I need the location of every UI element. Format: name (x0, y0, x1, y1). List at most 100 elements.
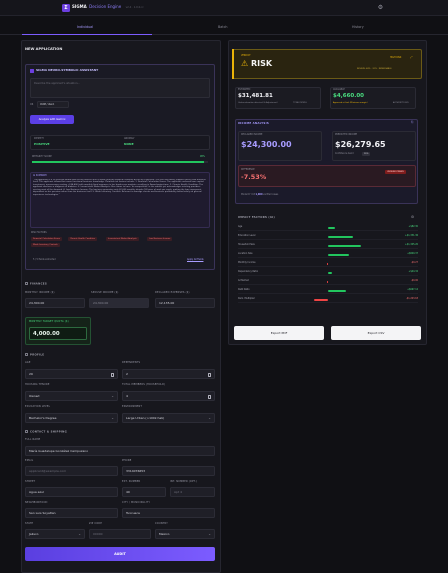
city-input[interactable]: Tuxcueca (122, 508, 215, 518)
education-label: EDUCATION LEVEL (25, 405, 51, 408)
anomaly-value: NONE (124, 142, 134, 146)
country-label: COUNTRY (155, 522, 168, 525)
active-tab-indicator (22, 34, 152, 35)
monthly-income-label: MONTHLY INCOME ($) (25, 291, 55, 294)
app-brand: SIGMA Decision Engine v2.4 · 1.0.0-rc (72, 4, 144, 10)
estimated-value: $31,481.81 (238, 93, 273, 99)
housing-select[interactable]: Owned ⌄ (25, 391, 118, 401)
email-label: EMAIL (25, 459, 34, 462)
state-value: Jalisco (29, 532, 39, 536)
impact-factor-bar (328, 254, 349, 256)
data-extracted: 5 / 5 fields extracted (33, 258, 56, 261)
verdict-tag: HIGH RISK (390, 56, 402, 59)
export-pdf-button[interactable]: Export PDF (234, 326, 324, 340)
tab-individual[interactable]: Individual (77, 25, 93, 30)
export-icon[interactable]: ⎘ (411, 120, 413, 125)
available-note2: AUTHORITY 85% (393, 102, 409, 104)
environment-value: Large Urban (>100k hab) (126, 416, 165, 420)
age-input[interactable]: 29 (25, 369, 118, 379)
difference-value: -7.53% (241, 173, 267, 181)
settings-gear-icon[interactable]: ⚙ (377, 4, 384, 11)
impact-factor-name: Household Size (238, 243, 255, 246)
impact-factor-row: Education Level +$1,331.36 (238, 234, 418, 240)
impact-factor-bar (326, 281, 328, 283)
impact-factor-bar (328, 245, 361, 247)
zip-input[interactable]: 00000 (89, 529, 151, 539)
monthly-income-input[interactable]: 24,300.00 (25, 298, 85, 308)
impact-factor-row: Is Married -$0.00 (238, 279, 418, 285)
household-input[interactable]: 4 (122, 391, 215, 401)
neighborhood-input[interactable]: San Luis Soyatlan (25, 508, 118, 518)
impact-factor-row: Age +$82.30 (238, 225, 418, 231)
environment-label: ENVIRONMENT (122, 405, 142, 408)
assistant-textarea[interactable]: Describe the applicant's situation... (30, 78, 210, 98)
tab-bar: Individual Batch History (0, 24, 448, 35)
estimated-note: Underestimation detected (& Adjustment) (238, 102, 278, 104)
top-bar: Σ SIGMA Decision Engine v2.4 · 1.0.0-rc … (0, 0, 448, 16)
identity-value: POSITIVE (34, 142, 50, 146)
impact-factor-value: +$1,345.20 (405, 243, 418, 246)
finances-section-title: FINANCES (25, 282, 47, 286)
impact-factor-name: Monthly Income (238, 261, 256, 264)
tab-history[interactable]: History (352, 25, 364, 30)
profile-icon (25, 353, 28, 356)
street-input[interactable]: Agua azul (25, 487, 118, 497)
education-select[interactable]: Bachelor's Degree ⌄ (25, 413, 118, 423)
audit-button[interactable]: AUDIT (25, 547, 215, 561)
impact-factor-bar (328, 290, 347, 292)
spouse-income-input[interactable]: 24,300.00 (89, 298, 149, 308)
chevron-down-icon: ⌄ (111, 394, 114, 398)
estimated-label: ESTIMATED (238, 88, 251, 91)
tab-batch[interactable]: Batch (218, 25, 227, 30)
street-label: STREET (25, 480, 36, 483)
declared-expenses-input[interactable]: 12,135.00 (155, 298, 215, 308)
settings-icon[interactable]: ⚙ (411, 215, 414, 219)
file-upload[interactable]: CURP / ident. (37, 101, 69, 108)
impact-factor-name: Dem. Multiplier (238, 297, 255, 300)
education-value: Bachelor's Degree (29, 416, 57, 420)
declared-expenses-label: DECLARED EXPENSES ($) (155, 291, 190, 294)
apply-all-link[interactable]: Apply All Fields (187, 258, 203, 262)
phone-input[interactable]: 3314076653 (122, 466, 215, 476)
app-subtitle: Decision Engine (89, 4, 122, 9)
impact-factor-row: Monthly Income -$9.27 (238, 261, 418, 267)
integrity-track (32, 161, 208, 163)
state-label: STATE (25, 522, 34, 525)
confidence-label: Confidence band (335, 152, 354, 155)
country-value: Mexico (159, 532, 170, 536)
neighborhood-label: NEIGHBORHOOD (25, 501, 48, 504)
fullname-input[interactable]: María Guadalupe González Campuzano (25, 446, 215, 456)
monthly-target-input[interactable]: 4,000.00 (29, 327, 87, 340)
ext-number-input[interactable]: 40 (122, 487, 166, 497)
impact-factor-bar (313, 299, 328, 301)
impact-factor-row: Dem. Multiplier -$1,203.63 (238, 297, 418, 303)
household-label: TOTAL MEMBERS (HOUSEHOLD) (122, 383, 166, 386)
int-number-input[interactable]: Apt 4 (170, 487, 215, 497)
age-value: 29 (29, 372, 33, 376)
chevron-down-icon: ⌄ (111, 416, 114, 420)
brain-icon (30, 69, 34, 73)
form-title: NEW APPLICATION (25, 47, 63, 51)
impact-factor-value: -$1,203.63 (406, 297, 418, 300)
analyze-button[interactable]: Analyze with Gemini (30, 115, 74, 124)
dependents-input[interactable]: 2 (122, 369, 215, 379)
difference-label: DIFFERENCE (241, 168, 255, 171)
impact-factor-name: Is Married (238, 279, 249, 282)
risk-factors-label: RISK FACTORS (31, 231, 47, 234)
export-csv-button[interactable]: Export CSV (331, 326, 421, 340)
email-input[interactable]: applicant@example.com (25, 466, 118, 476)
export-csv-label: Export CSV (367, 331, 385, 335)
impact-factor-name: Dependency Ratio (238, 270, 259, 273)
contact-section-title: CONTACT & SHIPPING (25, 430, 67, 434)
household-value: 4 (126, 394, 128, 398)
impact-factor-row: Household Size +$1,345.20 (238, 243, 418, 249)
country-select[interactable]: Mexico ⌄ (155, 529, 215, 539)
state-select[interactable]: Jalisco ⌄ (25, 529, 85, 539)
impact-factor-row: Location Size +$849.37 (238, 252, 418, 258)
summary-label: AI SUMMARY (33, 174, 47, 177)
summary-text: "The applicant is a 29-year-old widow an… (33, 179, 206, 196)
share-icon[interactable]: ⤢ (410, 55, 412, 60)
environment-select[interactable]: Large Urban (>100k hab) ⌄ (122, 413, 215, 423)
income-analysis-title: INCOME ANALYSIS (238, 122, 270, 125)
impact-factor-row: Debt Ratio +$667.12 (238, 288, 418, 294)
